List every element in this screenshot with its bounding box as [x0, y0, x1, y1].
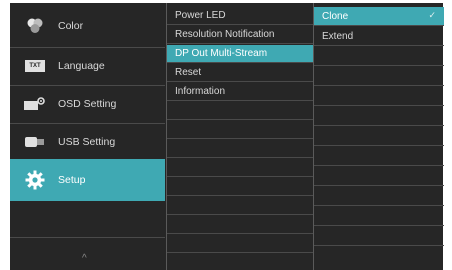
option-extend[interactable]: Extend	[314, 27, 444, 46]
category-usb-setting[interactable]: USB Setting	[10, 123, 165, 160]
option-empty-row	[314, 167, 444, 186]
submenu-item-reset[interactable]: Reset	[167, 64, 313, 82]
category-label: OSD Setting	[58, 97, 117, 110]
color-icon	[16, 7, 54, 44]
setup-gear-icon	[16, 162, 54, 199]
category-color[interactable]: Color	[10, 7, 165, 44]
language-icon: TXT	[16, 47, 54, 84]
category-label: Setup	[58, 174, 86, 186]
submenu-item-information[interactable]: Information	[167, 83, 313, 101]
option-empty-row	[314, 47, 444, 66]
category-label: Color	[58, 19, 84, 32]
option-empty-row	[314, 227, 444, 246]
category-label: Language	[58, 59, 105, 72]
submenu-label: Reset	[175, 67, 202, 78]
category-setup[interactable]: Setup	[10, 159, 165, 201]
category-column: Color TXT Language OSD Setting USB Setti…	[10, 3, 165, 270]
submenu-empty-row	[167, 121, 313, 139]
submenu-item-resolution-notification[interactable]: Resolution Notification	[167, 26, 313, 44]
option-empty-row	[314, 147, 444, 166]
usb-setting-icon	[16, 123, 54, 160]
submenu-empty-row	[167, 140, 313, 158]
submenu-empty-row	[167, 159, 313, 177]
submenu-empty-row	[167, 102, 313, 120]
scroll-up-icon[interactable]: ^	[82, 253, 87, 264]
submenu-empty-row	[167, 197, 313, 215]
options-column: Clone ✓ Extend	[313, 3, 444, 270]
submenu-item-power-led[interactable]: Power LED	[167, 7, 313, 25]
option-label: Clone	[322, 10, 349, 22]
checkmark-icon: ✓	[428, 10, 436, 20]
option-empty-row	[314, 127, 444, 146]
submenu-label: DP Out Multi-Stream	[175, 48, 268, 59]
submenu-empty-row	[167, 178, 313, 196]
divider	[10, 237, 165, 238]
submenu-label: Information	[175, 86, 226, 97]
option-clone[interactable]: Clone ✓	[314, 7, 444, 26]
option-label: Extend	[322, 30, 354, 42]
category-label: USB Setting	[58, 135, 116, 148]
option-empty-row	[314, 87, 444, 106]
submenu-empty-row	[167, 235, 313, 253]
submenu-label: Resolution Notification	[175, 29, 275, 40]
submenu-item-dp-out-multi-stream[interactable]: DP Out Multi-Stream	[167, 45, 313, 63]
submenu-label: Power LED	[175, 10, 226, 21]
option-empty-row	[314, 67, 444, 86]
option-empty-row	[314, 207, 444, 226]
osd-setting-icon	[16, 85, 54, 122]
option-empty-row	[314, 107, 444, 126]
submenu-column: Power LED Resolution Notification DP Out…	[166, 3, 313, 270]
category-language[interactable]: TXT Language	[10, 47, 165, 84]
category-osd-setting[interactable]: OSD Setting	[10, 85, 165, 122]
language-badge: TXT	[25, 59, 45, 72]
osd-menu: Color TXT Language OSD Setting USB Setti…	[10, 3, 444, 270]
option-empty-row	[314, 187, 444, 206]
submenu-empty-row	[167, 216, 313, 234]
